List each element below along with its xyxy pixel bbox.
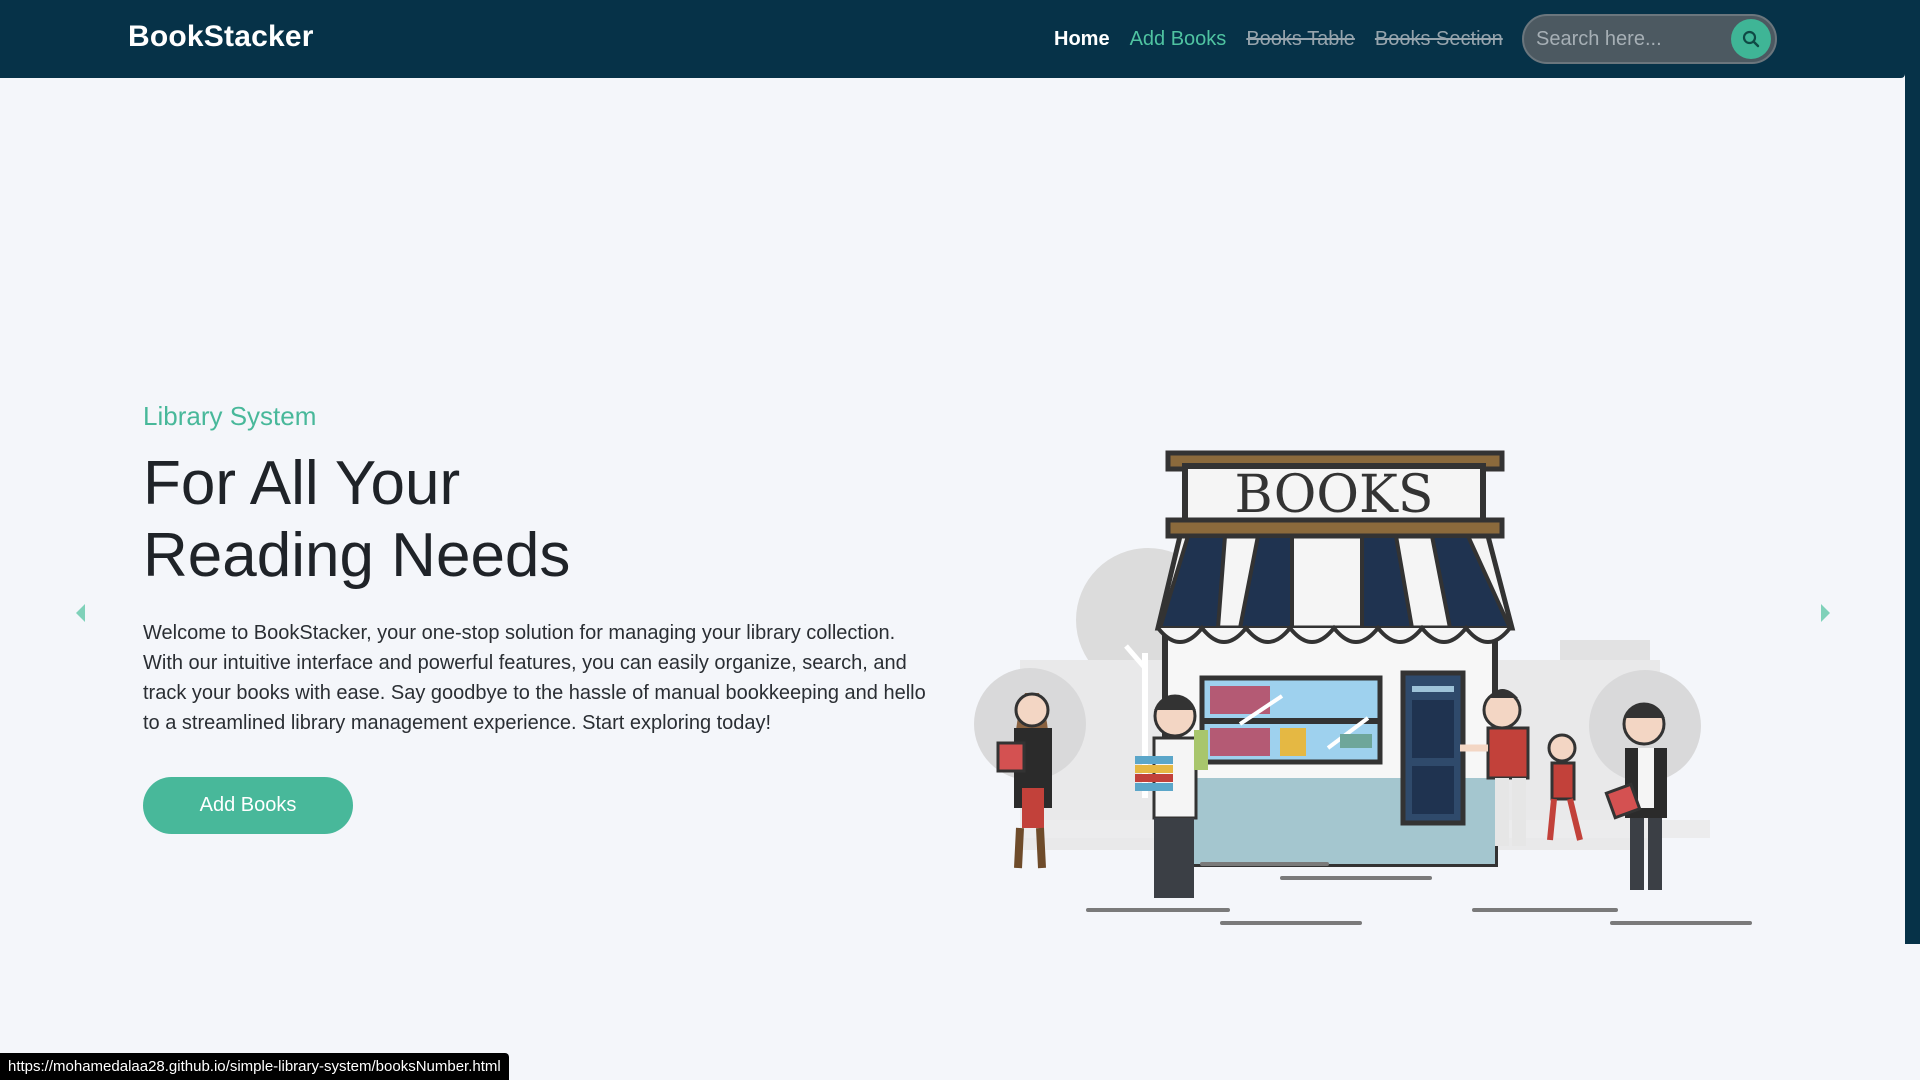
brand-logo[interactable]: BookStacker [128, 20, 314, 54]
awning [1154, 533, 1516, 644]
hero-headline-line-1: For All Your [143, 449, 461, 518]
search-icon [1742, 30, 1760, 48]
hero-description: Welcome to BookStacker, your one-stop so… [143, 622, 926, 734]
scrollbar[interactable] [1905, 0, 1920, 944]
search-input[interactable] [1536, 26, 1726, 52]
status-bar-url: https://mohamedalaa28.github.io/simple-l… [0, 1053, 509, 1080]
hero-carousel: Library System For All Your Reading Need… [0, 78, 1905, 1080]
search-button[interactable] [1731, 19, 1771, 59]
add-books-button[interactable]: Add Books [143, 777, 353, 834]
hero-headline: For All Your Reading Needs [143, 448, 570, 592]
search-box [1522, 14, 1777, 64]
chevron-right-icon[interactable] [1821, 604, 1830, 622]
nav-link-books-table[interactable]: Books Table [1246, 28, 1355, 51]
nav-link-books-section[interactable]: Books Section [1375, 28, 1503, 51]
chevron-left-icon[interactable] [76, 604, 85, 622]
shop-sign-text: BOOKS [1235, 465, 1434, 525]
nav-link-home[interactable]: Home [1054, 28, 1110, 51]
nav-link-add-books[interactable]: Add Books [1130, 28, 1227, 51]
hero-headline-line-2: Reading Needs [143, 521, 571, 590]
bookstore-illustration: BOOKS [974, 450, 1752, 925]
hero-eyebrow: Library System [143, 401, 317, 431]
nav-links: Home Add Books Books Table Books Section [1054, 28, 1503, 51]
navbar: BookStacker Home Add Books Books Table B… [0, 0, 1905, 78]
